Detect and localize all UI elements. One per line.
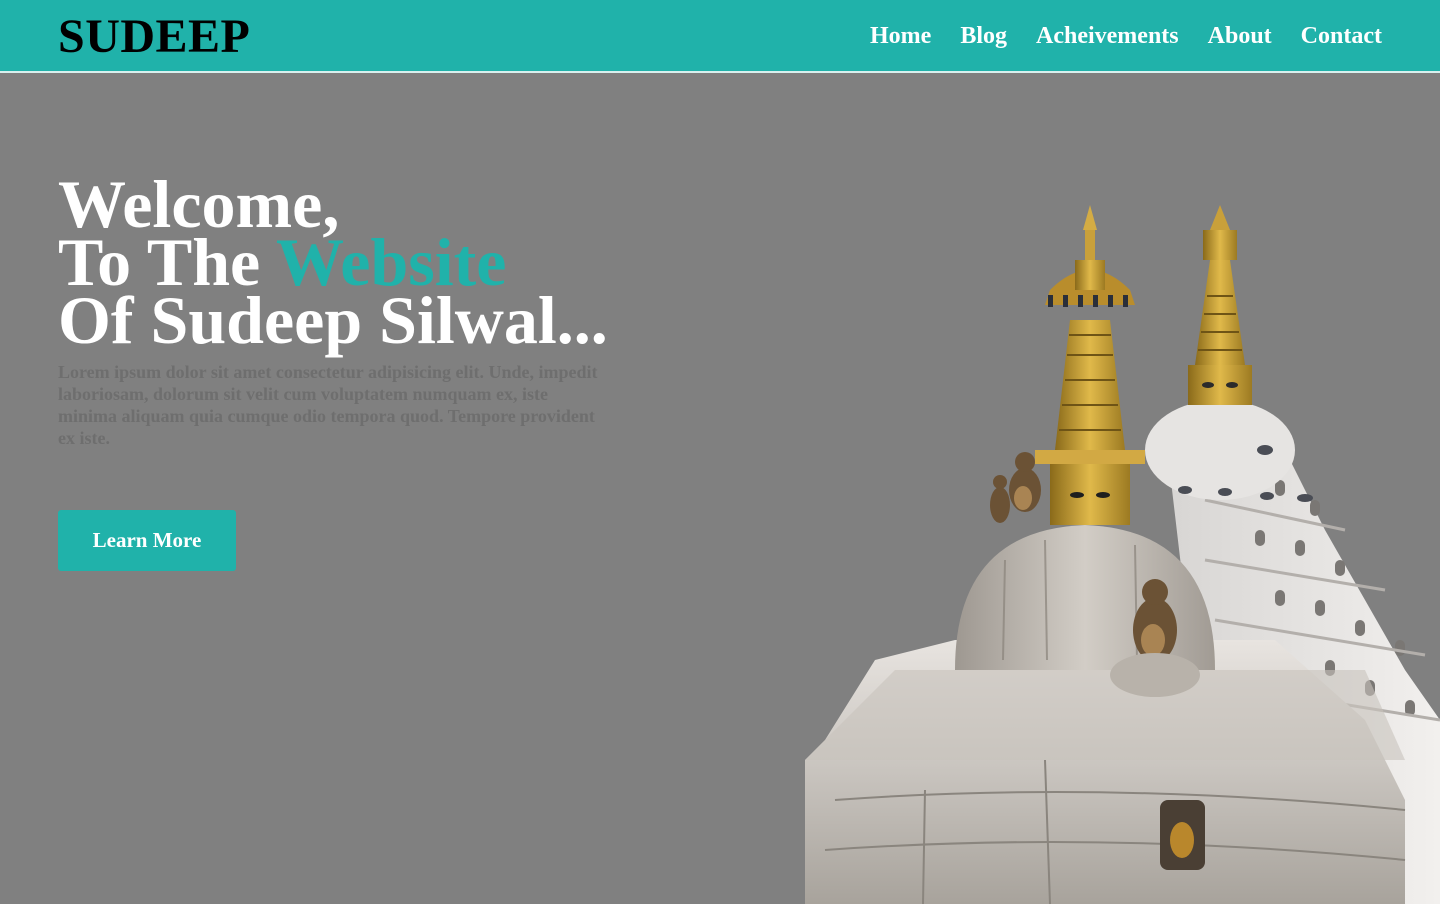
top-navbar: SUDEEP Home Blog Acheivements About Cont… xyxy=(0,0,1440,73)
hero-description: Lorem ipsum dolor sit amet consectetur a… xyxy=(58,362,598,448)
stupa-with-monkeys-photo xyxy=(805,205,1440,904)
nav-about-link[interactable]: About xyxy=(1208,20,1272,52)
nav-blog-link[interactable]: Blog xyxy=(960,20,1007,52)
hero-title: Welcome, To The Website Of Sudeep Silwal… xyxy=(58,170,618,354)
nav-achievements-link[interactable]: Acheivements xyxy=(1036,20,1179,52)
main-nav: Home Blog Acheivements About Contact xyxy=(870,20,1382,52)
nav-home-link[interactable]: Home xyxy=(870,20,931,52)
hero-section: Welcome, To The Website Of Sudeep Silwal… xyxy=(58,170,618,449)
hero-title-line3: Of Sudeep Silwal... xyxy=(58,282,608,358)
nav-contact-link[interactable]: Contact xyxy=(1301,20,1382,52)
learn-more-button[interactable]: Learn More xyxy=(58,510,236,571)
site-logo[interactable]: SUDEEP xyxy=(58,9,250,65)
